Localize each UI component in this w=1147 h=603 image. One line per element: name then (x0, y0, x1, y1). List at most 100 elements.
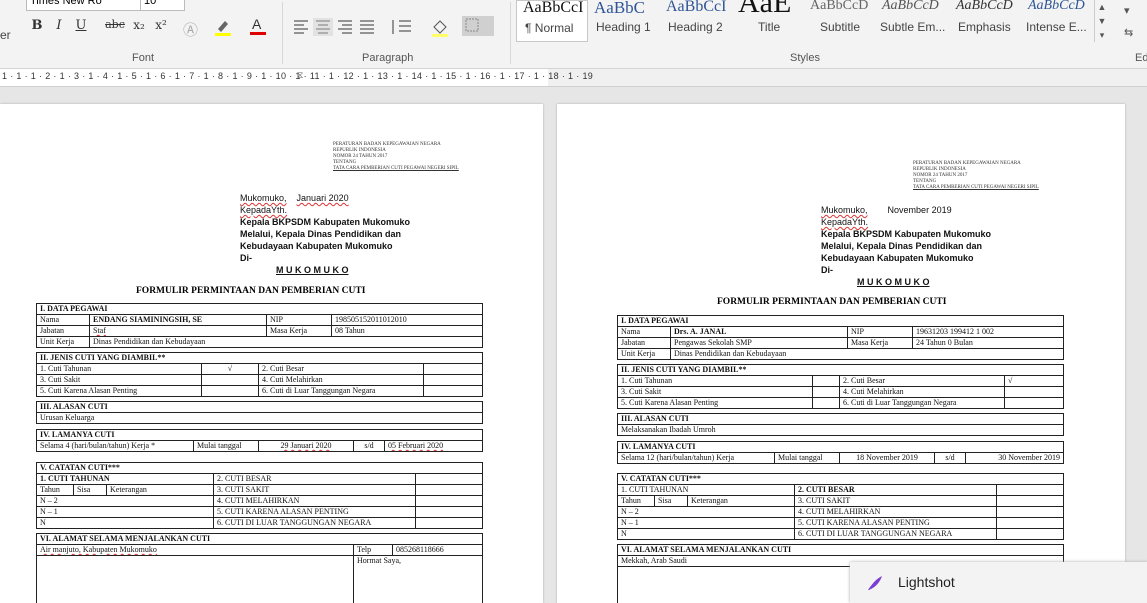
style-normal-preview: AaBbCcI (523, 0, 584, 16)
indent-marker-icon[interactable]: ⧖ (297, 70, 303, 81)
find-icon[interactable]: ▾ (1124, 4, 1130, 17)
style-normal[interactable]: AaBbCcI ¶ Normal (516, 0, 588, 42)
style-subtle-emphasis[interactable]: AaBbCcD Subtle Em... (878, 0, 952, 40)
employee-nip: 198505152011012010 (331, 314, 483, 326)
note-row: 3. CUTI SAKIT (213, 484, 416, 496)
leave-type: 2. Cuti Besar (258, 363, 424, 375)
leave-checkmark: √ (1004, 375, 1064, 387)
leave-type: 1. Cuti Tahunan (36, 363, 202, 375)
col-header: Tahun (36, 484, 74, 496)
bold-button[interactable]: B (28, 18, 46, 36)
feather-icon (866, 574, 884, 597)
underline-button[interactable]: U (72, 18, 90, 36)
italic-button[interactable]: I (50, 18, 68, 36)
shading-icon[interactable] (430, 17, 452, 42)
note-row: 2. CUTI BESAR (794, 484, 997, 496)
font-name-box[interactable]: Times New Ro (26, 0, 141, 11)
separator (510, 2, 511, 64)
document-page-1[interactable]: PERATURAN BADAN KEPEGAWAIAN NEGARA REPUB… (0, 104, 543, 603)
style-title-preview: AaE (738, 0, 792, 19)
note-row: N (36, 517, 214, 529)
form-section-data-pegawai: I. DATA PEGAWAI Nama ENDANG SIAMININGSIH,… (36, 303, 483, 348)
section-heading: II. JENIS CUTI YANG DIAMBIL** (617, 364, 1064, 376)
style-intense-emphasis-preview: AaBbCcD (1028, 0, 1085, 13)
subscript-button[interactable]: x₂ (130, 18, 148, 36)
address-block: Mukomuko, November 2019 KepadaYth. Kepal… (821, 204, 991, 288)
font-size-box[interactable]: 10 (140, 0, 185, 11)
leave-reason: Melaksanakan Ibadah Umroh (617, 424, 1064, 436)
form-section-lamanya: IV. LAMANYA CUTI Selama 12 (hari/bulan/t… (617, 441, 1064, 464)
employee-tenure: 24 Tahun 0 Bulan (912, 337, 1064, 349)
employee-name: Drs. A. JANAL (670, 326, 848, 338)
horizontal-ruler[interactable]: 1 · 1 · 1 · 2 · 1 · 3 · 1 · 4 · 1 · 5 · … (0, 69, 1147, 87)
text-effects-icon[interactable]: Ⓐ (183, 19, 198, 40)
style-emphasis-preview: AaBbCcD (956, 0, 1013, 13)
col-header: Sisa (654, 495, 688, 507)
field-label: Unit Kerja (617, 348, 671, 360)
form-section-jenis-cuti: II. JENIS CUTI YANG DIAMBIL** 1. Cuti Ta… (36, 352, 483, 397)
leave-type: 3. Cuti Sakit (617, 386, 813, 398)
note-row: 5. CUTI KARENA ALASAN PENTING (213, 506, 416, 518)
note-row: N – 1 (36, 506, 214, 518)
field-label: Masa Kerja (847, 337, 913, 349)
section-heading: VI. ALAMAT SELAMA MENJALANKAN CUTI (36, 533, 483, 545)
style-subtitle[interactable]: AaBbCcD Subtitle (808, 0, 878, 40)
col-header: Tahun (617, 495, 655, 507)
addressee-city: M U K O M U K O (276, 265, 349, 275)
section-heading: I. DATA PEGAWAI (617, 315, 1064, 327)
styles-group-label: Styles (790, 52, 820, 64)
leave-start-date: 18 November 2019 (839, 452, 935, 464)
leave-reason: Urusan Keluarga (36, 412, 483, 424)
style-heading-1-name: Heading 1 (596, 20, 651, 34)
field-label: Nama (36, 314, 90, 326)
leave-type: 5. Cuti Karena Alasan Penting (36, 385, 202, 397)
note-row: 4. CUTI MELAHIRKAN (213, 495, 416, 507)
lightshot-notification[interactable]: Lightshot (850, 562, 1147, 603)
section-heading: IV. LAMANYA CUTI (617, 441, 1064, 453)
addressee-line: Kebudayaan Kabupaten Mukomuko (821, 253, 974, 263)
styles-scroll[interactable]: ▲ ▼ ▾ (1094, 0, 1109, 42)
style-emphasis[interactable]: AaBbCcD Emphasis (952, 0, 1022, 40)
section-heading: III. ALASAN CUTI (617, 413, 1064, 425)
line-spacing-icon[interactable] (389, 18, 415, 41)
field-label: NIP (266, 314, 332, 326)
style-heading-2[interactable]: AaBbCcI Heading 2 (662, 0, 732, 40)
style-title[interactable]: AaE Title (736, 0, 806, 40)
strikethrough-button[interactable]: abc (104, 18, 126, 36)
note-row: 1. CUTI TAHUNAN (617, 484, 795, 496)
field-label: s/d (353, 440, 385, 452)
borders-icon[interactable] (462, 16, 494, 36)
form-section-alamat: VI. ALAMAT SELAMA MENJALANKAN CUTI Air m… (36, 533, 483, 603)
leave-type: 1. Cuti Tahunan (617, 375, 813, 387)
field-label: Nama (617, 326, 671, 338)
addressee-line: Melalui, Kepala Dinas Pendidikan dan (821, 241, 983, 251)
section-heading: III. ALASAN CUTI (36, 401, 483, 413)
section-heading: V. CATATAN CUTI*** (36, 462, 483, 474)
leave-end-date: 05 Februari 2020 (384, 440, 483, 452)
note-row: N – 1 (617, 517, 795, 529)
paragraph-align-icons[interactable] (292, 18, 382, 41)
style-heading-1[interactable]: AaBbC Heading 1 (590, 0, 660, 40)
form-section-catatan: V. CATATAN CUTI*** 1. CUTI TAHUNAN 2. CUT… (617, 473, 1064, 540)
regulation-header: PERATURAN BADAN KEPEGAWAIAN NEGARA REPUB… (333, 142, 459, 172)
note-row: 4. CUTI MELAHIRKAN (794, 506, 997, 518)
style-title-name: Title (758, 20, 781, 34)
superscript-button[interactable]: x² (152, 18, 170, 36)
section-heading: IV. LAMANYA CUTI (36, 429, 483, 441)
section-heading: VI. ALAMAT SELAMA MENJALANKAN CUTI (617, 544, 1064, 556)
style-subtle-emphasis-preview: AaBbCcD (882, 0, 939, 13)
field-label: NIP (847, 326, 913, 338)
style-subtitle-name: Subtitle (820, 20, 861, 34)
document-page-2[interactable]: PERATURAN BADAN KEPEGAWAIAN NEGARA REPUB… (557, 104, 1125, 603)
editing-group-label: Ed (1135, 52, 1147, 64)
leave-checkmark (423, 363, 483, 375)
leave-start-date: 29 Januari 2020 (258, 440, 354, 452)
font-color-icon[interactable]: A (248, 16, 268, 41)
style-intense-emphasis[interactable]: AaBbCcD Intense E... (1024, 0, 1092, 40)
addressee-line: Kepala BKPSDM Kabupaten Mukomuko (821, 229, 992, 239)
highlight-icon[interactable] (213, 17, 233, 42)
field-label: s/d (934, 452, 966, 464)
field-label: Jabatan (36, 325, 90, 337)
replace-icon[interactable]: ⇆ (1124, 26, 1133, 39)
address-block: Mukomuko, Januari 2020 KepadaYth. Kepala… (240, 192, 410, 276)
